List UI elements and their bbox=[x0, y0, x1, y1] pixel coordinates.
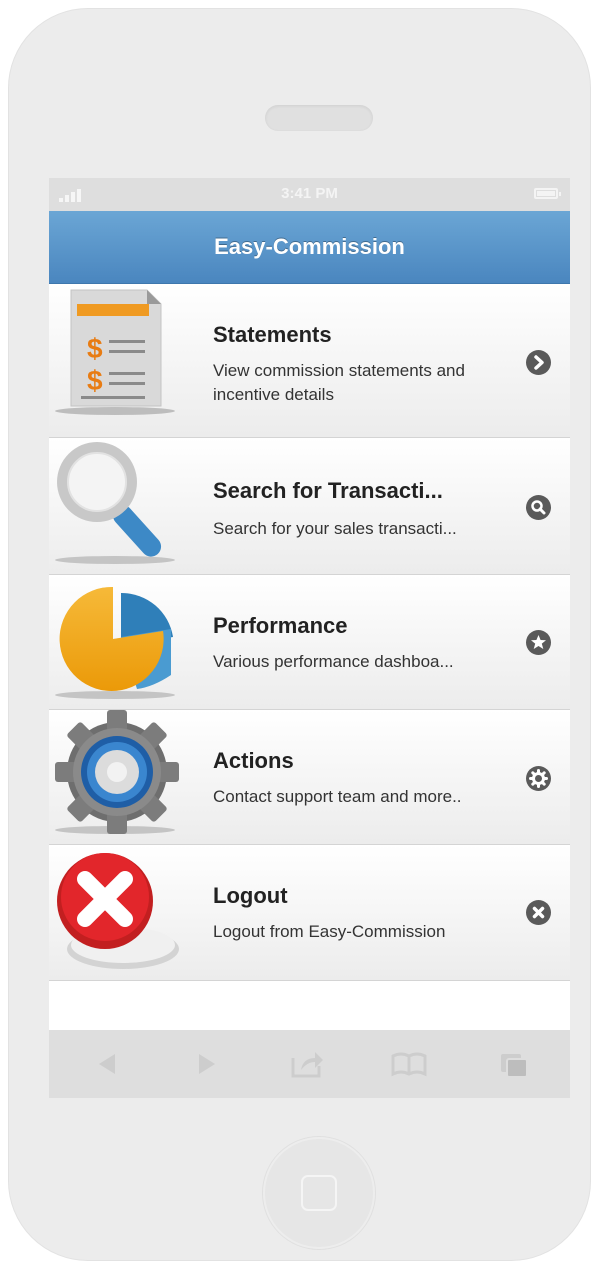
main-menu: $ $ Statements View commission statement… bbox=[49, 284, 570, 981]
menu-item-desc: Search for your sales transacti... bbox=[213, 519, 457, 538]
tabs-icon[interactable] bbox=[493, 1048, 533, 1080]
speaker bbox=[265, 105, 373, 131]
close-icon[interactable] bbox=[526, 900, 551, 925]
svg-text:$: $ bbox=[87, 365, 103, 396]
menu-item-actions[interactable]: Actions Contact support team and more.. bbox=[49, 710, 570, 845]
app-header: Easy-Commission bbox=[49, 211, 570, 284]
share-icon[interactable] bbox=[287, 1048, 327, 1080]
home-square-icon bbox=[301, 1175, 337, 1211]
chevron-right-icon[interactable] bbox=[526, 350, 551, 375]
menu-item-desc: Various performance dashboa... bbox=[213, 652, 454, 671]
bookmarks-icon[interactable] bbox=[389, 1048, 429, 1080]
pie-chart-icon bbox=[55, 586, 175, 699]
svg-text:$: $ bbox=[87, 333, 103, 364]
menu-item-logout[interactable]: Logout Logout from Easy-Commission bbox=[49, 845, 570, 981]
menu-item-desc: View commission statements and incentive… bbox=[213, 361, 465, 404]
star-icon[interactable] bbox=[526, 630, 551, 655]
home-button[interactable] bbox=[263, 1137, 375, 1249]
magnifier-icon bbox=[55, 442, 175, 564]
menu-item-performance[interactable]: Performance Various performance dashboa.… bbox=[49, 575, 570, 710]
menu-item-title: Search for Transacti... bbox=[213, 478, 443, 503]
screen: 3:41 PM Easy-Commission $ $ Statements V… bbox=[49, 178, 570, 1098]
menu-item-desc: Contact support team and more.. bbox=[213, 787, 462, 806]
menu-item-title: Statements bbox=[213, 322, 332, 347]
settings-gear-icon[interactable] bbox=[526, 766, 551, 791]
menu-item-desc: Logout from Easy-Commission bbox=[213, 922, 446, 941]
app-title: Easy-Commission bbox=[214, 234, 405, 259]
status-bar: 3:41 PM bbox=[49, 178, 570, 211]
status-time: 3:41 PM bbox=[281, 185, 338, 202]
menu-item-statements[interactable]: $ $ Statements View commission statement… bbox=[49, 284, 570, 438]
forward-icon[interactable] bbox=[187, 1048, 227, 1080]
menu-item-search[interactable]: Search for Transacti... Search for your … bbox=[49, 438, 570, 575]
menu-item-title: Logout bbox=[213, 883, 288, 908]
menu-item-title: Performance bbox=[213, 613, 348, 638]
search-icon[interactable] bbox=[526, 495, 551, 520]
browser-toolbar bbox=[49, 1030, 570, 1098]
gear-icon bbox=[55, 710, 179, 834]
menu-item-title: Actions bbox=[213, 748, 294, 773]
battery-icon bbox=[534, 188, 561, 199]
logout-x-icon bbox=[57, 853, 179, 969]
statement-document-icon: $ $ bbox=[55, 289, 175, 415]
back-icon[interactable] bbox=[87, 1048, 127, 1080]
